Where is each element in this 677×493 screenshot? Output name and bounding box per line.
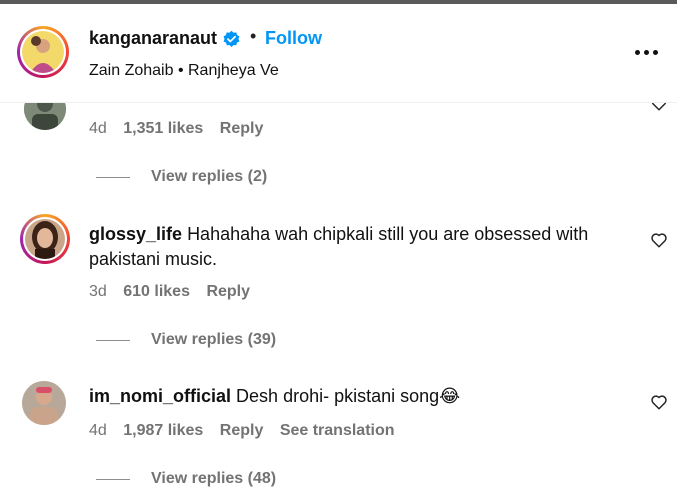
like-heart-icon[interactable] — [650, 231, 668, 249]
comment-age: 4d — [89, 120, 107, 137]
reply-button[interactable]: Reply — [220, 120, 264, 137]
view-replies-button[interactable]: View replies (48) — [151, 470, 276, 488]
view-replies-button[interactable]: View replies (2) — [151, 168, 267, 186]
see-translation-button[interactable]: See translation — [280, 422, 395, 439]
comment-body: im_nomi_official Desh drohi- pkistani so… — [89, 384, 629, 409]
audio-attribution[interactable]: Zain Zohaib • Ranjheya Ve — [89, 62, 279, 80]
like-heart-icon[interactable] — [650, 393, 668, 411]
comment-likes[interactable]: 1,987 likes — [123, 422, 203, 439]
verified-badge-icon — [223, 30, 240, 48]
commenter-avatar[interactable] — [22, 381, 66, 425]
laughing-emoji-icon: 😂 — [439, 386, 461, 406]
comment-meta: 4d 1,987 likes Reply See translation — [89, 422, 395, 440]
reply-button[interactable]: Reply — [206, 283, 250, 300]
replies-divider — [96, 340, 130, 341]
comment-age: 3d — [89, 283, 107, 300]
replies-divider — [96, 479, 130, 480]
post-header: kanganaranaut • Follow Zain Zohaib • Ran… — [0, 4, 677, 103]
comment-likes[interactable]: 610 likes — [123, 283, 190, 300]
comment-body: glossy_life Hahahaha wah chipkali still … — [89, 222, 629, 272]
view-replies-button[interactable]: View replies (39) — [151, 331, 276, 349]
comment-meta: 3d 610 likes Reply — [89, 283, 250, 301]
comment-username[interactable]: glossy_life — [89, 224, 182, 244]
follow-button[interactable]: Follow — [265, 28, 322, 49]
replies-divider — [96, 177, 130, 178]
comment-username[interactable]: im_nomi_official — [89, 386, 231, 406]
more-options-icon[interactable] — [633, 42, 661, 62]
comment-likes[interactable]: 1,351 likes — [123, 120, 203, 137]
author-username[interactable]: kanganaranaut — [89, 28, 217, 49]
comment-meta: 4d 1,351 likes Reply — [89, 120, 263, 138]
comment-age: 4d — [89, 422, 107, 439]
author-avatar[interactable] — [17, 26, 69, 78]
reply-button[interactable]: Reply — [220, 422, 264, 439]
commenter-avatar[interactable] — [20, 214, 70, 264]
separator-dot: • — [250, 26, 257, 46]
comment-text: Desh drohi- pkistani song — [236, 386, 440, 406]
